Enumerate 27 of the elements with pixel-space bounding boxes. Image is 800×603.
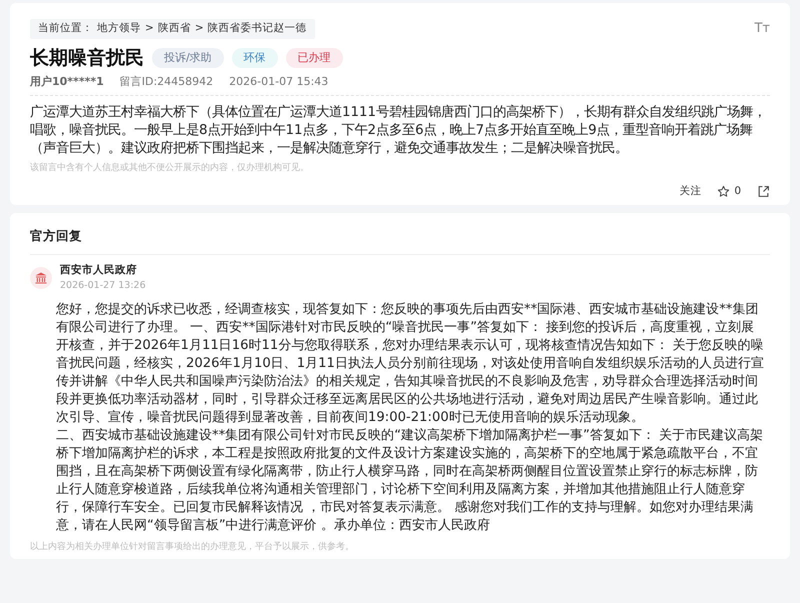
section-heading: 官方回复 — [30, 221, 770, 256]
share-icon[interactable] — [757, 184, 770, 198]
follow-link[interactable]: 关注 — [679, 184, 702, 200]
footer-note: 以上内容为相关办理单位针对留言事项给出的办理意见，平台予以展示，供参考。 — [30, 541, 355, 554]
category-tag: 投诉/求助 — [152, 48, 224, 68]
breadcrumb-link[interactable]: 地方领导 — [97, 21, 141, 37]
breadcrumb-link[interactable]: 陕西省委书记赵一德 — [208, 21, 307, 37]
user-name: 用户10*****1 — [30, 74, 104, 90]
breadcrumb-link[interactable]: 陕西省 — [158, 21, 191, 37]
government-building-icon — [30, 267, 52, 290]
organization-name: 西安市人民政府 — [60, 263, 138, 278]
message-text: 广运潭大道苏王村幸福大桥下（具体位置在广运潭大道1111号碧桂园锦唐西门口的高架桥下），长期有群众自发组织跳广场舞，唱歌，噪音扰民。一般早上是8点开始到中午11点多，下午2点多至6点，晚上7点多开始直至晚上9点，重型音响开着跳广场舞（声音巨大）。建议政府把桥下围挡起来，一是解决随意穿行，避免交通事故发生；二是解决噪音扰民。 — [30, 104, 768, 158]
reply-paragraph: 二、西安城市基础设施建设**集团有限公司针对市民反映的“建议高架桥下增加隔离护栏一事”答复如下： 关于市民建议高架桥下增加隔离护栏的诉求，本工程是按照政府批复的文件及设计方案建设实施的，高架桥下的空地属于紧急疏散平台，不宜围挡，且在高架桥下两侧设置有绿化隔离带，防止行人横穿马路，同时在高架桥两侧醒目位置设置禁止穿行的标志标牌，防止行人随意穿梭道路，后续我单位将沟通相关管理部门，讨论桥下空间利用及隔离方案，并增加其他措施阻止行人随意穿行，保障行车安全。已回复市民解释该情况 ，市民对答复表示满意。 感谢您对我们工作的支持与理解。如您对办理结果满意，请在人民网“领导留言板”中进行满意评价 。承办单位：西安市人民政府 — [56, 427, 764, 536]
breadcrumb-label: 当前位置： — [38, 21, 93, 36]
status-tag: 已办理 — [286, 48, 343, 68]
like-count: 0 — [734, 184, 741, 199]
breadcrumb-separator: > — [194, 21, 204, 36]
font-size-toggle[interactable]: Tт — [754, 19, 770, 38]
reply-paragraph: 您好，您提交的诉求已收悉，经调查核实，现答复如下：您反映的事项先后由西安**国际港、西安城市基础设施建设**集团有限公司进行了办理。 一、西安**国际港针对市民反映的“噪音扰民一事”答复如下： 接到您的投诉后，高度重视，立刻展开核查，并于2026年1月11日16时11分与您取得联系，您对办理结果表示认可，现将核查情况告知如下： 关于您反映的噪音扰民问题，经核实，2026年1月10日、1月11日执法人员分别前往现场，对该处使用音响自发组织娱乐活动的人员进行宣传并讲解《中华人民共和国噪声污染防治法》的相关规定，告知其噪音扰民的不良影响及危害，劝导群众合理选择活动时间段并更换低功率活动器材，同时，引导群众迁移至远离居民区的公共场地进行活动，避免对周边居民产生噪音影响。通过此次引导、宣传，噪音扰民问题得到显著改善，目前夜间19:00-21:00时已无使用音响的娱乐活动现象。 — [56, 301, 764, 428]
message-id: 留言ID:24458942 — [120, 74, 214, 90]
breadcrumb-separator: > — [145, 21, 154, 36]
star-icon[interactable] — [717, 184, 730, 198]
category-tag: 环保 — [232, 48, 278, 68]
privacy-note: 该留言中含有个人信息或其他不便公开展示的内容，仅办理机构可见。 — [30, 162, 310, 176]
reply-time: 2026-01-27 13:26 — [60, 278, 146, 293]
message-title: 长期噪音扰民 — [30, 46, 144, 70]
message-time: 2026-01-07 15:43 — [229, 74, 328, 90]
